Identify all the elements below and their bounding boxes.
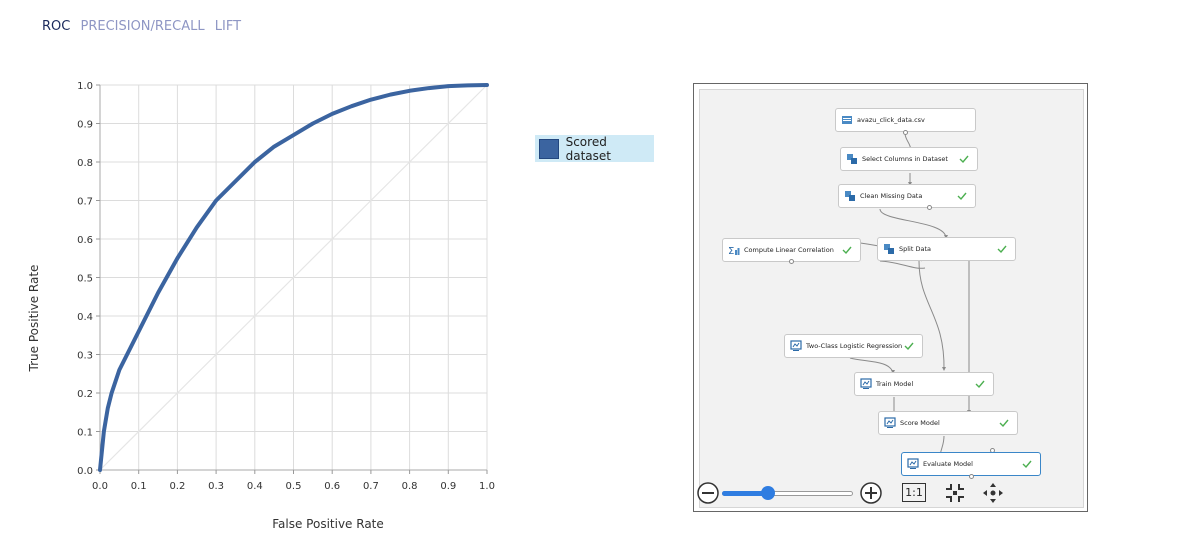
tab-roc[interactable]: ROC: [42, 19, 70, 34]
check-icon: [842, 246, 852, 255]
module-icon: [884, 244, 894, 254]
x-tick-label: 0.5: [286, 481, 302, 492]
check-icon: [975, 380, 985, 389]
node-label: Select Columns in Dataset: [862, 155, 948, 163]
tab-precision-recall[interactable]: PRECISION/RECALL: [80, 19, 204, 34]
check-icon: [904, 342, 914, 351]
y-tick-label: 0.9: [77, 120, 93, 131]
minus-circle-icon[interactable]: [696, 481, 720, 505]
node-score-model[interactable]: Score Model: [878, 411, 1018, 435]
y-tick-label: 0.6: [77, 235, 93, 246]
x-tick-label: 0.7: [363, 481, 379, 492]
node-avazu-click-data[interactable]: avazu_click_data.csv: [835, 108, 976, 132]
model-icon: [884, 417, 896, 428]
y-tick-label: 1.0: [77, 81, 93, 92]
plus-circle-icon[interactable]: [859, 481, 883, 505]
edge-clean-split: [879, 208, 947, 239]
x-axis-label: False Positive Rate: [272, 517, 384, 531]
x-tick-label: 0.2: [169, 481, 185, 492]
y-axis-label: True Positive Rate: [27, 265, 41, 373]
tab-bar: ROC PRECISION/RECALL LIFT: [42, 19, 247, 34]
pan-arrows-icon[interactable]: [981, 481, 1005, 505]
module-icon: [847, 154, 857, 164]
zoom-slider-knob[interactable]: [760, 486, 775, 500]
node-label: Train Model: [876, 380, 914, 388]
y-tick-label: 0.2: [77, 389, 93, 400]
zoom-slider[interactable]: [722, 486, 853, 500]
output-port[interactable]: [789, 259, 794, 264]
x-tick-label: 0.0: [92, 481, 108, 492]
dataset-icon: [842, 116, 852, 124]
canvas-toolbar: 1:1: [694, 479, 1089, 509]
model-icon: [790, 340, 802, 351]
y-tick-label: 0.0: [77, 466, 93, 477]
svg-text:Σ: Σ: [728, 246, 734, 256]
output-port[interactable]: [903, 130, 908, 135]
node-label: Two-Class Logistic Regression: [806, 342, 903, 350]
chart-legend[interactable]: Scored dataset: [535, 134, 654, 163]
y-tick-label: 0.7: [77, 197, 93, 208]
y-tick-label: 0.3: [77, 351, 93, 362]
x-tick-label: 0.1: [131, 481, 147, 492]
roc-chart: 0.0 0.1 0.2 0.3 0.4 0.5 0.6 0.7 0.8 0.9 1.0 0.0 0.1 0…: [27, 81, 495, 531]
check-icon: [957, 192, 967, 201]
module-icon: [845, 191, 855, 201]
check-icon: [999, 419, 1009, 428]
x-tick-label: 0.4: [247, 481, 263, 492]
x-tick-label: 0.9: [440, 481, 456, 492]
model-icon: [860, 378, 872, 389]
y-tick-label: 0.5: [77, 274, 93, 285]
node-evaluate-model[interactable]: Evaluate Model: [901, 452, 1041, 476]
x-tick-label: 0.8: [402, 481, 418, 492]
node-select-columns[interactable]: Select Columns in Dataset: [840, 147, 978, 171]
node-two-class-logistic-regression[interactable]: Two-Class Logistic Regression: [784, 334, 923, 358]
x-tick-label: 0.3: [208, 481, 224, 492]
x-tick-label: 0.6: [324, 481, 340, 492]
y-tick-label: 0.1: [77, 428, 93, 439]
legend-swatch: [539, 138, 559, 159]
statistics-icon: Σ: [728, 246, 740, 256]
node-label: Compute Linear Correlation: [744, 246, 834, 254]
experiment-graph[interactable]: avazu_click_data.csv Select Columns in D…: [699, 89, 1084, 508]
y-tick-label: 0.8: [77, 158, 93, 169]
check-icon: [959, 155, 969, 164]
output-port[interactable]: [927, 205, 932, 210]
node-label: avazu_click_data.csv: [857, 116, 925, 124]
model-icon: [907, 458, 919, 469]
tab-lift[interactable]: LIFT: [215, 19, 241, 34]
legend-label: Scored dataset: [565, 134, 611, 163]
check-icon: [997, 245, 1007, 254]
x-tick-label: 1.0: [479, 481, 495, 492]
experiment-canvas[interactable]: avazu_click_data.csv Select Columns in D…: [693, 83, 1088, 512]
edge-logreg-train: [849, 357, 894, 374]
edge-corr-split: [879, 260, 926, 269]
node-split-data[interactable]: Split Data: [877, 237, 1016, 261]
node-label: Score Model: [900, 419, 940, 427]
node-clean-missing-data[interactable]: Clean Missing Data: [838, 184, 976, 208]
node-train-model[interactable]: Train Model: [854, 372, 994, 396]
check-icon: [1022, 460, 1032, 469]
fit-to-screen-icon[interactable]: [943, 481, 967, 505]
node-label: Evaluate Model: [923, 460, 973, 468]
y-tick-label: 0.4: [77, 312, 93, 323]
actual-size-button[interactable]: 1:1: [902, 483, 926, 502]
node-label: Split Data: [899, 245, 931, 253]
node-label: Clean Missing Data: [860, 192, 923, 200]
